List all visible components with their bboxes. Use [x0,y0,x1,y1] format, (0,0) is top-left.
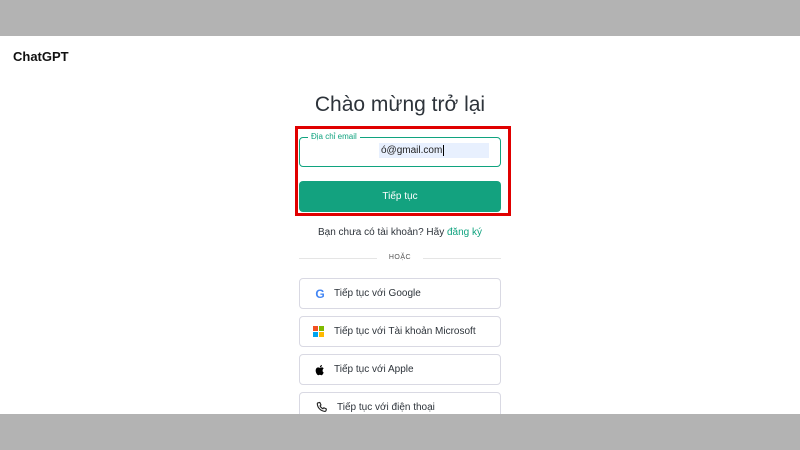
top-frame [0,0,800,36]
login-page: ChatGPT Chào mừng trở lại Địa chỉ email … [0,36,800,414]
signup-prompt: Bạn chưa có tài khoản? Hãy đăng ký [0,227,800,238]
apple-login-label: Tiếp tục với Apple [334,364,414,375]
or-divider-label: HOẶC [388,254,412,261]
phone-login-button[interactable]: Tiếp tục với điện thoại [299,392,501,414]
bottom-frame [0,414,800,450]
google-login-label: Tiếp tục với Google [334,288,421,299]
google-icon: G [315,287,325,301]
google-login-button[interactable]: G Tiếp tục với Google [299,278,501,309]
divider-right [423,258,501,259]
highlight-box [295,126,511,216]
divider-left [299,258,377,259]
phone-icon [315,401,329,414]
phone-login-label: Tiếp tục với điện thoại [337,402,435,413]
microsoft-login-button[interactable]: Tiếp tục với Tài khoản Microsoft [299,316,501,347]
brand-logo: ChatGPT [13,49,69,64]
page-title: Chào mừng trở lại [314,93,486,116]
microsoft-login-label: Tiếp tục với Tài khoản Microsoft [334,326,476,337]
signup-link[interactable]: đăng ký [447,227,482,238]
signup-text: Bạn chưa có tài khoản? Hãy [317,227,445,238]
apple-icon [313,363,327,377]
microsoft-icon [313,326,327,340]
apple-login-button[interactable]: Tiếp tục với Apple [299,354,501,385]
